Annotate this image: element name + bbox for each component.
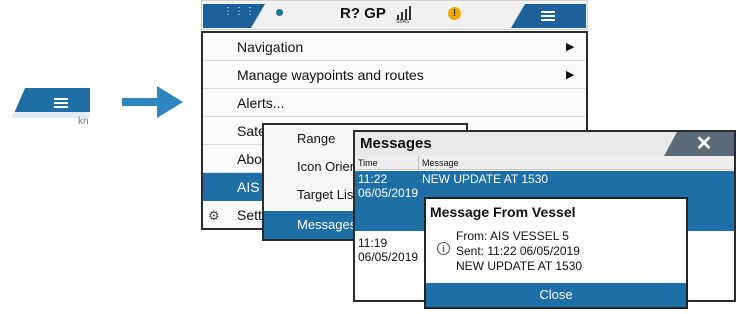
dialog-sent: Sent: 11:22 06/05/2019 <box>456 244 580 258</box>
row-time: 11:22 06/05/2019 <box>358 172 418 200</box>
grid-icon: ⋮⋮⋮ <box>223 6 256 17</box>
menu-item-navigation[interactable]: Navigation ▶ <box>203 33 586 61</box>
status-dot <box>276 9 283 16</box>
right-arrow-head <box>157 86 183 118</box>
right-arrow-icon <box>122 98 158 106</box>
menu-item-label: Navigation <box>237 39 304 55</box>
table-row[interactable]: 11:19 06/05/2019 <box>358 236 418 264</box>
row-date-value: 06/05/2019 <box>358 250 419 264</box>
row-message: NEW UPDATE AT 1530 <box>422 172 549 186</box>
row-time-value: 11:22 <box>358 172 388 186</box>
menu-item-label: Setti <box>237 207 266 223</box>
submenu-item-label: Icon Orient <box>297 159 361 174</box>
menu-item-label: AIS <box>237 179 260 195</box>
column-divider <box>418 156 419 170</box>
menu-item-label: Alerts... <box>237 95 285 111</box>
warning-icon[interactable]: ! <box>448 7 461 20</box>
gear-icon: ⚙ <box>208 208 220 223</box>
row-date-value: 06/05/2019 <box>358 186 419 200</box>
column-header-time[interactable]: Time <box>358 156 378 170</box>
messages-column-header <box>355 156 734 170</box>
column-header-message[interactable]: Message <box>422 156 459 170</box>
close-button[interactable]: Close <box>426 283 686 307</box>
messages-title: Messages <box>360 135 432 152</box>
menu-item-alerts[interactable]: Alerts... <box>203 89 586 117</box>
dialog-body: NEW UPDATE AT 1530 <box>456 259 583 273</box>
dialog-from: From: AIS VESSEL 5 <box>456 229 569 243</box>
info-icon: i <box>437 242 450 255</box>
hamburger-icon <box>541 11 555 21</box>
sbas-label: SBAS <box>396 19 410 25</box>
row-time-value: 11:19 <box>358 236 388 250</box>
menu-button[interactable] <box>12 88 90 118</box>
submenu-item-label: Range <box>297 131 336 146</box>
speed-unit-fragment: kn <box>78 116 89 127</box>
chevron-right-icon: ▶ <box>566 41 575 53</box>
dialog-title: Message From Vessel <box>430 204 576 220</box>
chevron-right-icon: ▶ <box>566 69 575 81</box>
menu-item-waypoints-routes[interactable]: Manage waypoints and routes ▶ <box>203 61 586 89</box>
status-text: R? GP <box>340 5 386 22</box>
menu-item-label: Manage waypoints and routes <box>237 67 424 83</box>
submenu-item-label: Target List. <box>297 187 361 202</box>
hamburger-icon <box>54 98 68 108</box>
